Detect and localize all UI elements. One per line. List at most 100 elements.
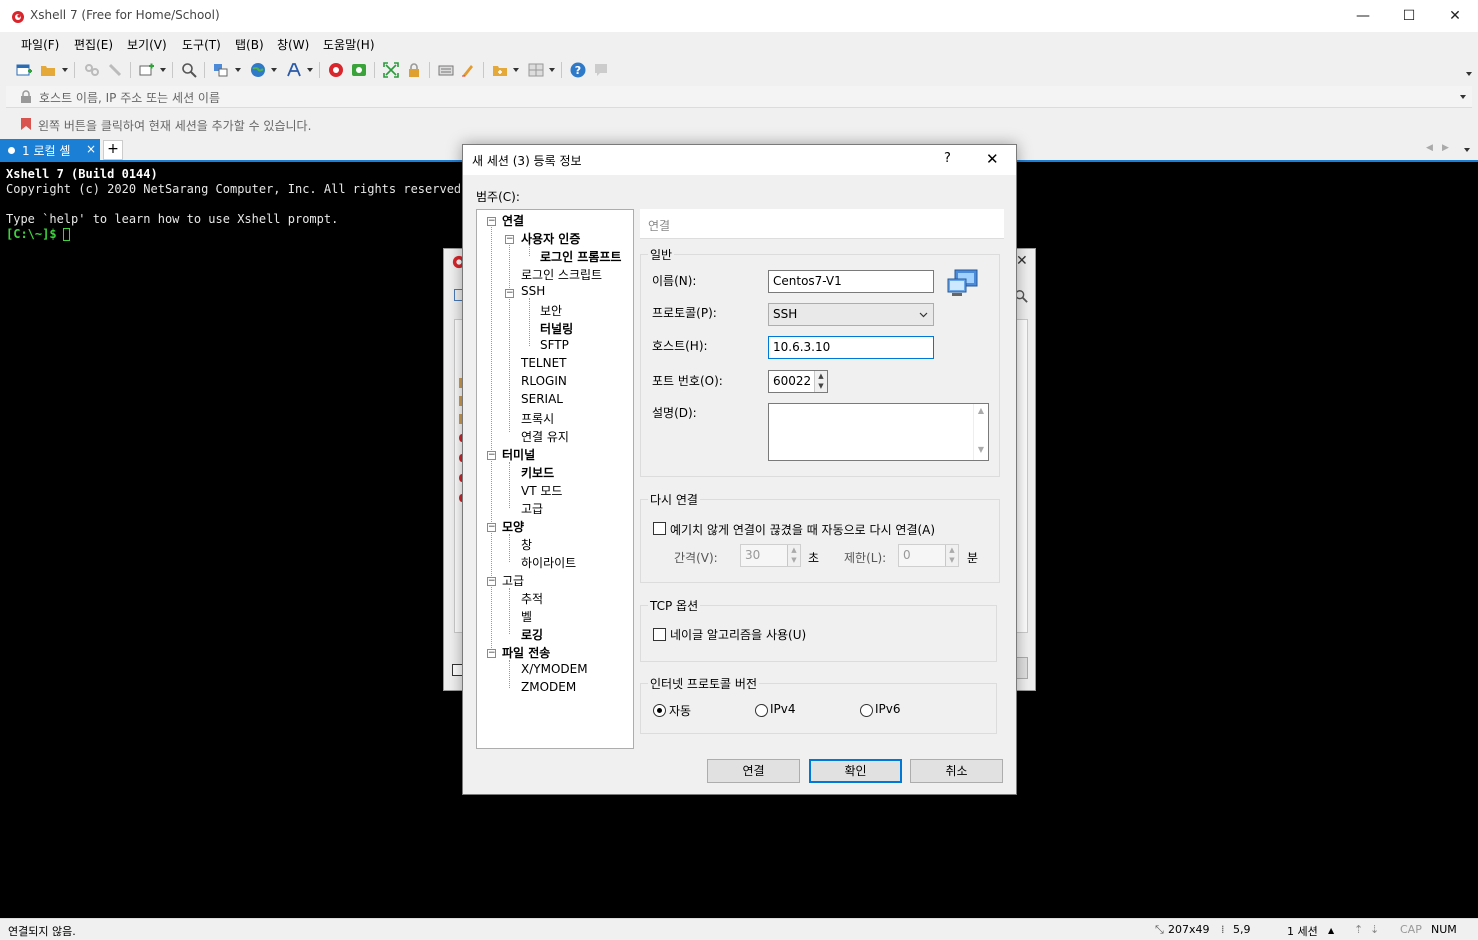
menu-view[interactable]: 보기(V) (127, 36, 167, 53)
help-icon[interactable]: ? (570, 62, 586, 78)
fullscreen-icon[interactable] (383, 62, 399, 78)
chevron-down-icon[interactable] (235, 68, 241, 72)
arrow-up-icon[interactable]: ⇡ (1354, 923, 1363, 936)
minimize-button[interactable]: — (1340, 0, 1386, 32)
description-field[interactable]: ▲ ▼ (768, 403, 989, 461)
tree-item-appearance[interactable]: 모양 (502, 518, 524, 535)
new-tab-button[interactable]: + (103, 140, 123, 160)
connect-button[interactable]: 연결 (707, 759, 800, 783)
tree-item-security[interactable]: 보안 (540, 302, 562, 319)
tree-item-serial[interactable]: SERIAL (521, 392, 563, 406)
highlight-icon[interactable] (460, 62, 476, 78)
close-button[interactable]: ✕ (1432, 0, 1478, 32)
limit-field[interactable]: 0 ▲ ▼ (898, 544, 959, 567)
maximize-button[interactable]: ☐ (1386, 0, 1432, 32)
tree-item-telnet[interactable]: TELNET (521, 356, 567, 370)
host-field[interactable]: 10.6.3.10 (768, 336, 934, 359)
tree-item-user-auth[interactable]: 사용자 인증 (521, 230, 580, 247)
tree-toggle-icon[interactable]: − (505, 235, 514, 244)
chevron-up-icon[interactable]: ▲ (1328, 926, 1334, 935)
menu-help[interactable]: 도움말(H) (323, 36, 375, 53)
layout-icon[interactable] (528, 62, 544, 78)
auto-reconnect-checkbox[interactable] (653, 522, 666, 535)
name-field[interactable]: Centos7-V1 (768, 270, 934, 293)
port-field[interactable]: 60022 ▲ ▼ (768, 370, 828, 393)
keyboard-icon[interactable] (438, 62, 454, 78)
tree-item-file-transfer[interactable]: 파일 전송 (502, 644, 550, 661)
globe-icon[interactable] (250, 62, 266, 78)
interval-field[interactable]: 30 ▲ ▼ (740, 544, 801, 567)
search-icon[interactable] (181, 62, 197, 78)
tree-item-window[interactable]: 창 (521, 536, 532, 553)
tree-item-zmodem[interactable]: ZMODEM (521, 680, 576, 694)
tree-item-sftp[interactable]: SFTP (540, 338, 569, 352)
tree-item-terminal[interactable]: 터미널 (502, 446, 535, 463)
transfer-icon[interactable] (213, 62, 229, 78)
tree-item-tunneling[interactable]: 터널링 (540, 320, 573, 337)
tab-local-shell[interactable]: 1 로컬 셸 × (0, 139, 100, 161)
ipv6-radio[interactable] (860, 704, 873, 717)
new-tab-icon[interactable] (139, 62, 155, 78)
tree-toggle-icon[interactable]: − (505, 289, 514, 298)
lock-icon[interactable] (406, 62, 422, 78)
tree-item-proxy[interactable]: 프록시 (521, 410, 554, 427)
nagle-checkbox[interactable] (653, 628, 666, 641)
menu-tab[interactable]: 탭(B) (235, 36, 264, 53)
menu-tools[interactable]: 도구(T) (182, 36, 221, 53)
close-icon[interactable]: ✕ (1016, 253, 1028, 269)
open-folder-icon[interactable] (40, 62, 56, 78)
address-input[interactable]: 호스트 이름, IP 주소 또는 세션 이름 (39, 89, 220, 106)
chevron-down-icon[interactable] (271, 68, 277, 72)
xftp-icon[interactable] (351, 62, 367, 78)
font-icon[interactable] (286, 62, 302, 78)
tree-item-advanced[interactable]: 고급 (502, 572, 524, 589)
ok-button[interactable]: 확인 (809, 759, 902, 783)
tab-scroll-left-icon[interactable]: ◀ (1426, 143, 1433, 153)
tree-item-vt-mode[interactable]: VT 모드 (521, 482, 562, 499)
chevron-down-icon[interactable] (513, 68, 519, 72)
ip-auto-radio[interactable] (653, 704, 666, 717)
port-spinner[interactable]: ▲ ▼ (814, 371, 827, 392)
tree-item-xymodem[interactable]: X/YMODEM (521, 662, 588, 676)
address-bar[interactable]: 호스트 이름, IP 주소 또는 세션 이름 (6, 86, 1472, 108)
chevron-down-icon[interactable] (549, 68, 555, 72)
tree-item-rlogin[interactable]: RLOGIN (521, 374, 567, 388)
arrow-down-icon[interactable]: ⇣ (1370, 923, 1379, 936)
tree-item-logging[interactable]: 로깅 (521, 626, 543, 643)
tree-toggle-icon[interactable]: − (487, 577, 496, 586)
chevron-down-icon[interactable] (1466, 72, 1472, 76)
tab-close-icon[interactable]: × (86, 142, 96, 156)
protocol-select[interactable]: SSH (768, 303, 934, 326)
cancel-button[interactable]: 취소 (910, 759, 1003, 783)
ipv4-radio[interactable] (755, 704, 768, 717)
tree-item-highlight[interactable]: 하이라이트 (521, 554, 576, 571)
chevron-down-icon[interactable] (1460, 95, 1466, 99)
chevron-down-icon[interactable] (160, 68, 166, 72)
help-button[interactable]: ? (944, 151, 951, 166)
limit-spinner[interactable]: ▲ ▼ (945, 545, 958, 566)
tree-toggle-icon[interactable]: − (487, 523, 496, 532)
chevron-down-icon[interactable] (307, 68, 313, 72)
tree-item-keepalive[interactable]: 연결 유지 (521, 428, 569, 445)
chevron-down-icon[interactable] (1464, 148, 1470, 152)
tree-item-ssh[interactable]: SSH (521, 284, 545, 298)
chat-icon[interactable] (593, 62, 609, 78)
tree-item-terminal-advanced[interactable]: 고급 (521, 500, 543, 517)
tree-item-keyboard[interactable]: 키보드 (521, 464, 554, 481)
tree-toggle-icon[interactable]: − (487, 649, 496, 658)
dialog-close-button[interactable]: ✕ (986, 150, 999, 168)
tree-toggle-icon[interactable]: − (487, 451, 496, 460)
tree-item-bell[interactable]: 벨 (521, 608, 532, 625)
tree-item-login-prompt[interactable]: 로그인 프롬프트 (540, 248, 621, 265)
chevron-down-icon[interactable] (62, 68, 68, 72)
xshell-icon[interactable] (328, 62, 344, 78)
menu-file[interactable]: 파일(F) (21, 36, 59, 53)
new-session-icon[interactable] (16, 62, 32, 78)
menu-edit[interactable]: 편집(E) (74, 36, 113, 53)
tree-item-login-script[interactable]: 로그인 스크립트 (521, 266, 602, 283)
tree-item-trace[interactable]: 추적 (521, 590, 543, 607)
description-scrollbar[interactable]: ▲ ▼ (973, 404, 988, 460)
tree-item-connection[interactable]: 연결 (502, 212, 524, 229)
interval-spinner[interactable]: ▲ ▼ (787, 545, 800, 566)
add-folder-icon[interactable] (492, 62, 508, 78)
